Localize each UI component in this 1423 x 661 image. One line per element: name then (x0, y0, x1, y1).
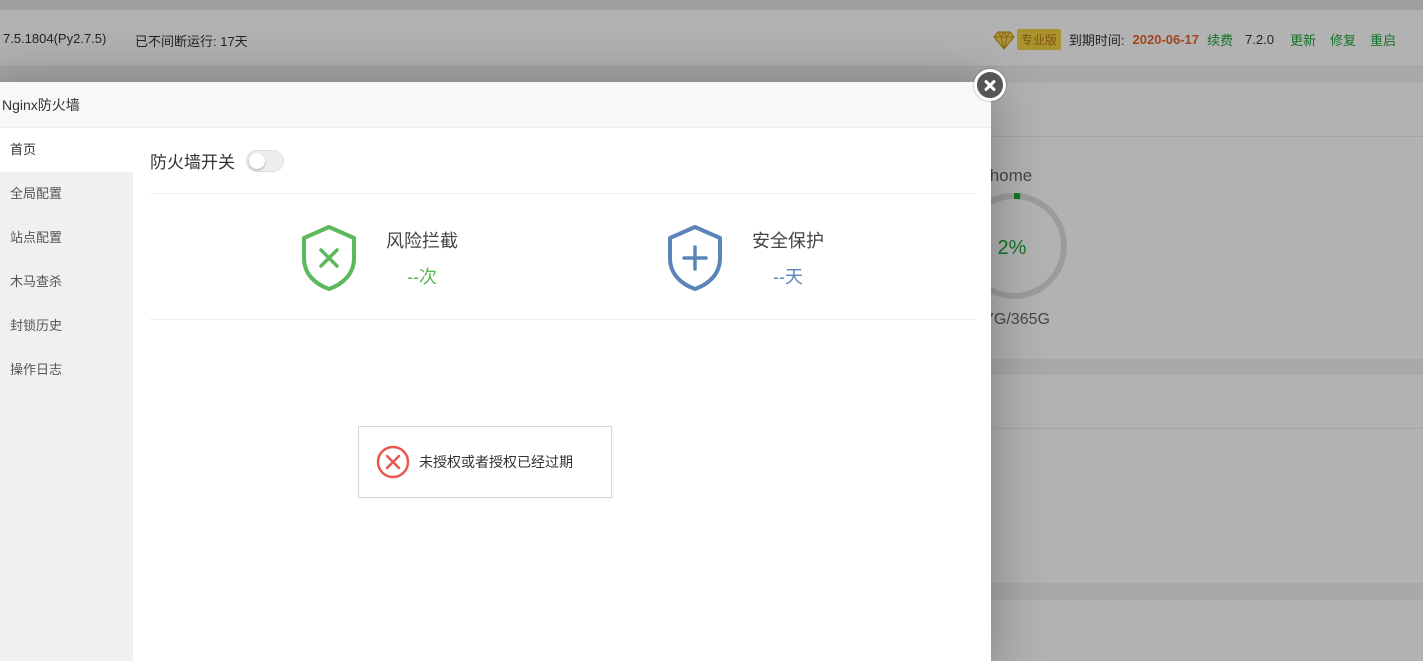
security-protection-value: --天 (773, 267, 803, 287)
sidebar-item-trojan-scan[interactable]: 木马查杀 (0, 260, 133, 304)
risk-intercept-value: --次 (407, 267, 437, 287)
error-message-box: 未授权或者授权已经过期 (358, 426, 612, 498)
error-circle-icon (376, 445, 410, 479)
sidebar-item-home[interactable]: 首页 (0, 128, 133, 172)
firewall-toggle[interactable] (246, 149, 284, 172)
shield-plus-icon (668, 225, 722, 291)
sidebar-item-operation-log[interactable]: 操作日志 (0, 348, 133, 392)
security-protection-stat: 安全保护 --天 (665, 224, 824, 292)
shield-x-icon (302, 225, 356, 291)
sidebar-item-global-config[interactable]: 全局配置 (0, 172, 133, 216)
risk-intercept-label: 风险拦截 (386, 231, 458, 251)
sidebar-item-site-config[interactable]: 站点配置 (0, 216, 133, 260)
close-dialog-icon[interactable] (974, 69, 1006, 101)
dialog-content: 防火墙开关 风险拦截 --次 安全保护 --天 未授权或者授权已经过期 (150, 128, 976, 661)
dialog-title: Nginx防火墙 (0, 82, 991, 128)
stats-row: 风险拦截 --次 安全保护 --天 (150, 194, 976, 320)
firewall-switch-row: 防火墙开关 (150, 128, 976, 194)
nginx-firewall-dialog: Nginx防火墙 首页 全局配置 站点配置 木马查杀 封锁历史 操作日志 防火墙… (0, 82, 991, 661)
error-message-text: 未授权或者授权已经过期 (419, 454, 573, 470)
firewall-switch-label: 防火墙开关 (150, 153, 235, 172)
risk-intercept-stat: 风险拦截 --次 (299, 224, 458, 292)
security-protection-label: 安全保护 (752, 231, 824, 251)
dialog-sidebar: 首页 全局配置 站点配置 木马查杀 封锁历史 操作日志 (0, 128, 133, 661)
sidebar-item-block-history[interactable]: 封锁历史 (0, 304, 133, 348)
